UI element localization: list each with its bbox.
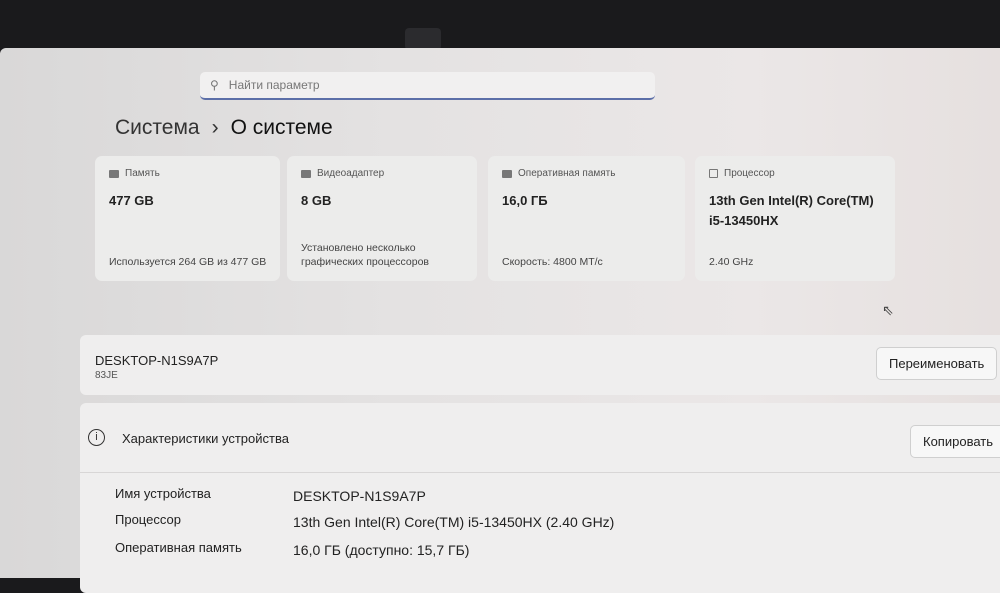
webcam	[405, 28, 441, 50]
card-sub: 2.40 GHz	[709, 256, 754, 268]
search-input[interactable]: ⚲ Найти параметр	[200, 72, 655, 100]
device-name-row: DESKTOP-N1S9A7P 83JE Переименовать	[80, 335, 1000, 395]
device-name: DESKTOP-N1S9A7P	[95, 353, 219, 368]
ram-icon	[502, 169, 512, 178]
spec-label: Процессор	[115, 512, 181, 527]
gpu-icon	[301, 169, 311, 178]
card-sub: Установлено несколько графических процес…	[301, 242, 430, 268]
settings-window: ⚲ Найти параметр Система › О системе Пам…	[0, 48, 1000, 593]
spec-label: Имя устройства	[115, 486, 211, 501]
card-value: 13th Gen Intel(R) Core(TM) i5-13450HX	[709, 193, 874, 228]
breadcrumb-separator: ›	[211, 116, 219, 139]
card-value: 16,0 ГБ	[502, 193, 548, 208]
card-label: Память	[125, 168, 160, 179]
breadcrumb: Система › О системе	[115, 116, 333, 140]
gpu-card: Видеоадаптер 8 GB Установлено несколько …	[287, 156, 477, 281]
card-sub: Скорость: 4800 МТ/с	[502, 256, 603, 268]
device-model: 83JE	[95, 370, 118, 381]
search-placeholder: Найти параметр	[228, 78, 320, 92]
mouse-cursor-icon: ⇖	[882, 302, 894, 318]
cpu-icon	[709, 169, 718, 178]
card-value: 8 GB	[301, 193, 332, 208]
specs-title: Характеристики устройства	[122, 431, 289, 446]
rename-button[interactable]: Переименовать	[876, 347, 998, 380]
specs-header[interactable]: i Характеристики устройства Копировать	[80, 403, 1000, 473]
breadcrumb-parent[interactable]: Система	[115, 116, 200, 140]
storage-icon	[109, 169, 119, 178]
card-label: Процессор	[724, 168, 775, 179]
spec-label: Оперативная память	[115, 540, 242, 555]
spec-value: DESKTOP-N1S9A7P	[293, 488, 426, 504]
device-specs-section: i Характеристики устройства Копировать	[80, 403, 1000, 593]
spec-value: 13th Gen Intel(R) Core(TM) i5-13450HX (2…	[293, 514, 615, 530]
card-label: Оперативная память	[518, 168, 616, 179]
page-title: О системе	[230, 116, 333, 139]
search-icon: ⚲	[210, 78, 219, 92]
storage-card: Память 477 GB Используется 264 GB из 477…	[95, 156, 280, 281]
cpu-card: Процессор 13th Gen Intel(R) Core(TM) i5-…	[695, 156, 895, 281]
spec-value: 16,0 ГБ (доступно: 15,7 ГБ)	[293, 542, 470, 558]
ram-card: Оперативная память 16,0 ГБ Скорость: 480…	[488, 156, 685, 281]
card-label: Видеоадаптер	[317, 168, 385, 179]
copy-button[interactable]: Копировать	[910, 425, 1000, 458]
card-sub: Используется 264 GB из 477 GB	[109, 256, 267, 268]
info-icon: i	[88, 429, 105, 446]
card-value: 477 GB	[109, 193, 154, 208]
